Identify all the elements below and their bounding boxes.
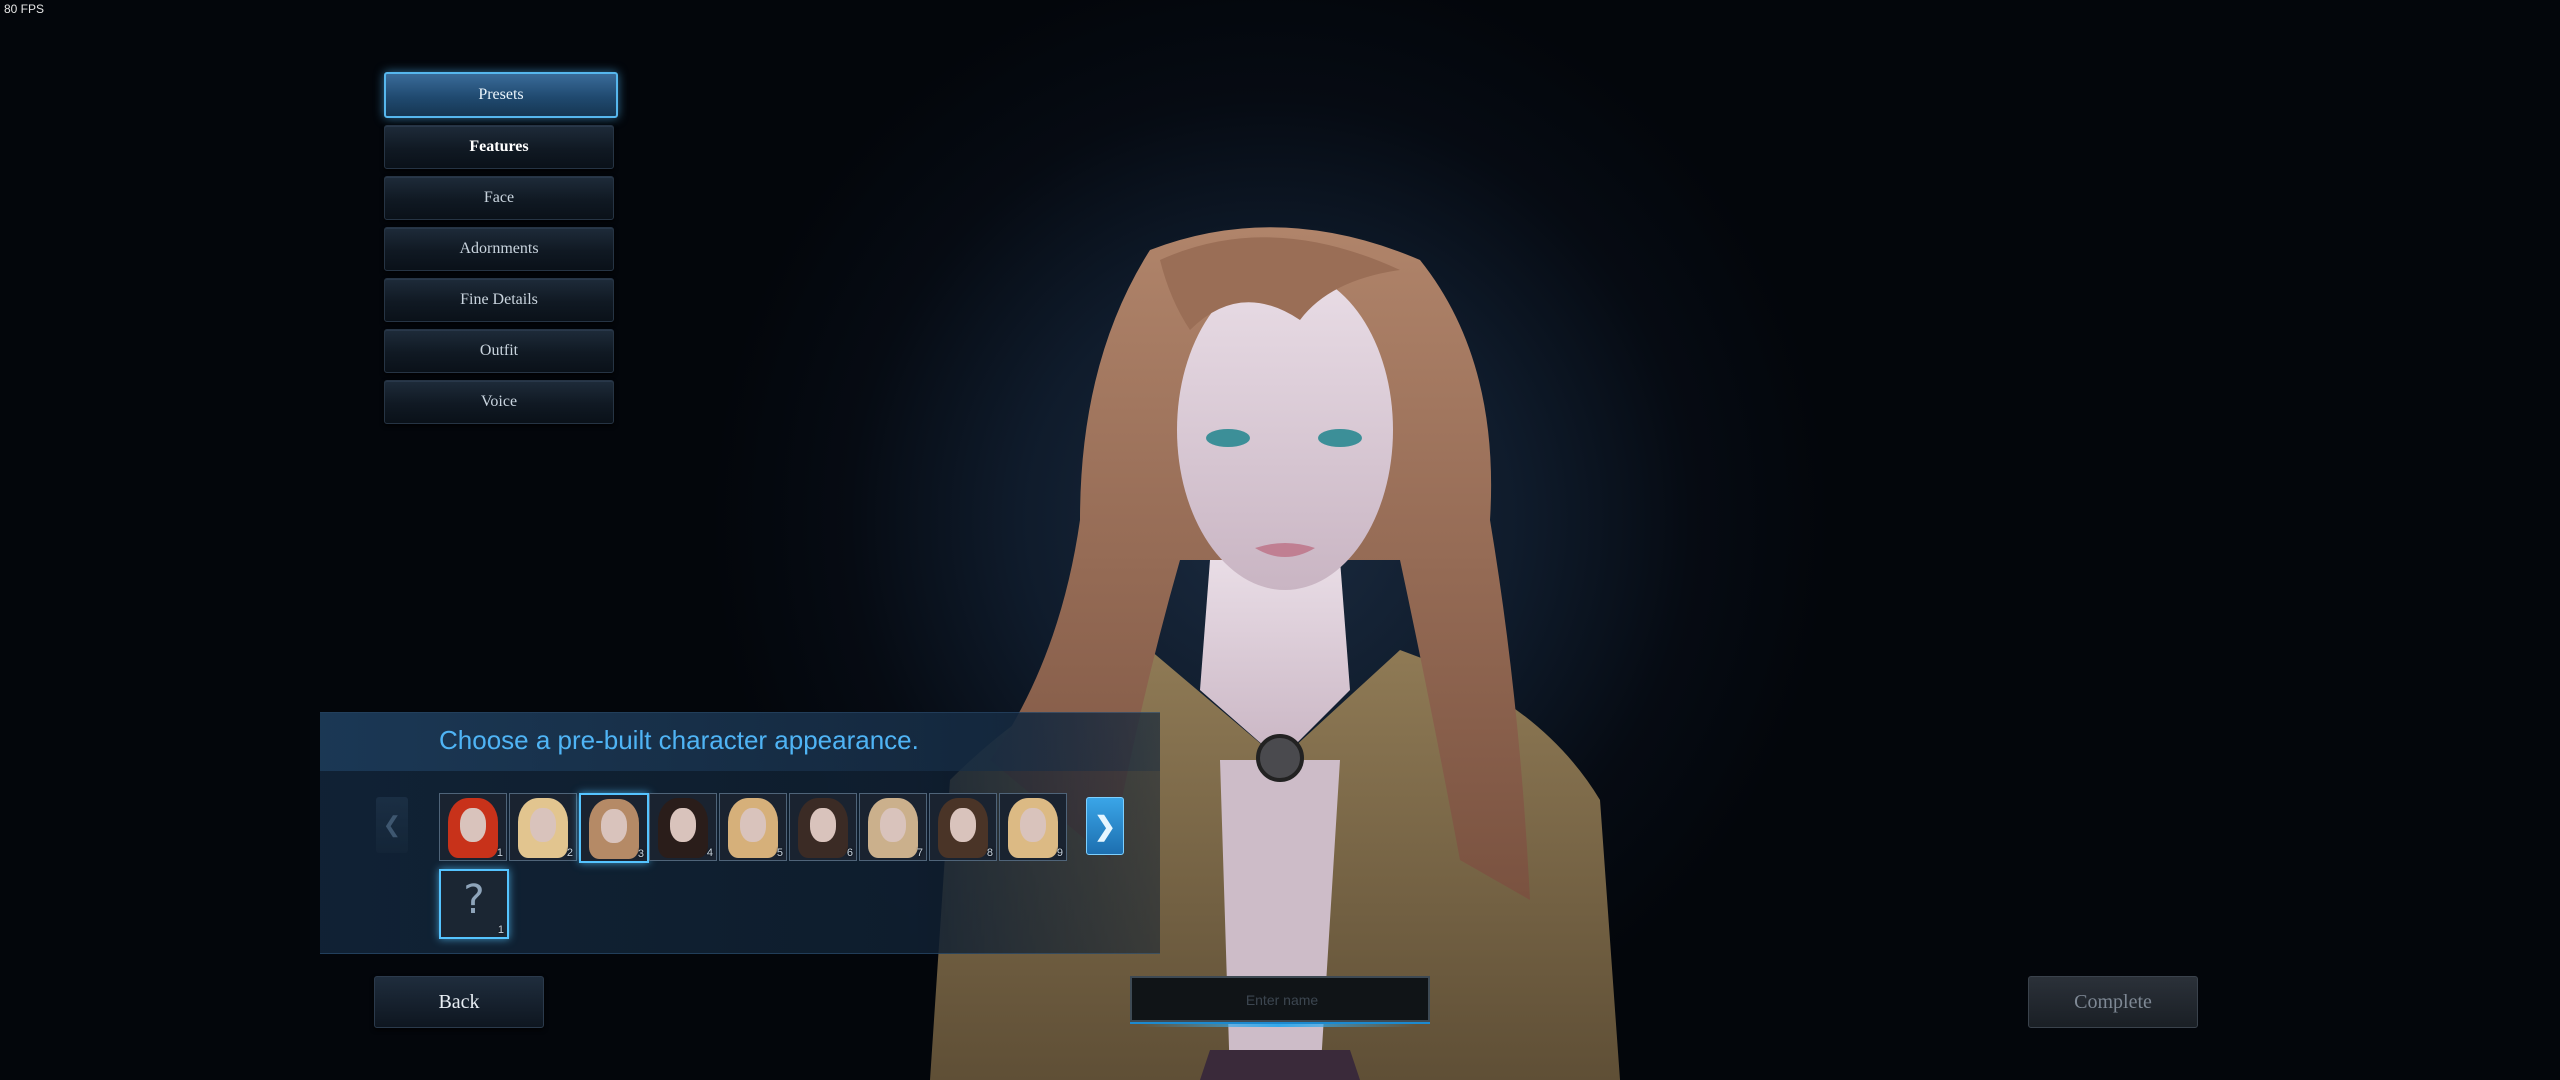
menu-fine-details-button[interactable]: Fine Details xyxy=(384,278,614,322)
preset-thumbnail[interactable]: 5 xyxy=(719,793,787,861)
name-field[interactable] xyxy=(1130,976,1432,1022)
preset-thumbnail[interactable]: 8 xyxy=(929,793,997,861)
preset-number: 4 xyxy=(706,847,713,859)
face-swatch xyxy=(601,809,627,843)
face-swatch xyxy=(880,808,906,842)
preset-number: 9 xyxy=(1056,847,1063,859)
menu-presets-button[interactable]: Presets xyxy=(384,72,618,118)
preset-thumbnail[interactable]: 2 xyxy=(509,793,577,861)
name-field-underline xyxy=(1140,1024,1416,1027)
preset-number: 1 xyxy=(496,847,503,859)
face-swatch xyxy=(810,808,836,842)
random-preset-thumbnail[interactable]: ? 1 xyxy=(439,869,509,939)
menu-outfit-button[interactable]: Outfit xyxy=(384,329,614,373)
face-swatch xyxy=(950,808,976,842)
face-swatch xyxy=(740,808,766,842)
preset-thumbnail[interactable]: 7 xyxy=(859,793,927,861)
preset-thumbnail[interactable]: 6 xyxy=(789,793,857,861)
preset-thumbnail[interactable]: 4 xyxy=(649,793,717,861)
preset-number: 3 xyxy=(637,848,644,860)
menu-voice-button[interactable]: Voice xyxy=(384,380,614,424)
preset-number: 6 xyxy=(846,847,853,859)
preset-thumbnail-selected[interactable]: 3 xyxy=(579,793,649,863)
face-swatch xyxy=(460,808,486,842)
presets-panel-title: Choose a pre-built character appearance. xyxy=(439,725,919,755)
preset-number: 2 xyxy=(566,847,573,859)
customization-menu: Presets Features Face Adornments Fine De… xyxy=(384,72,618,431)
preset-thumbnail[interactable]: 1 xyxy=(439,793,507,861)
chevron-left-icon[interactable]: ❮ xyxy=(376,797,408,853)
chevron-right-icon[interactable]: ❯ xyxy=(1086,797,1124,855)
complete-button[interactable]: Complete xyxy=(2028,976,2198,1028)
face-swatch xyxy=(1020,808,1046,842)
preset-number: 8 xyxy=(986,847,993,859)
preset-thumbnail[interactable]: 9 xyxy=(999,793,1067,861)
name-input[interactable] xyxy=(1132,978,1432,1022)
face-swatch xyxy=(670,808,696,842)
face-swatch xyxy=(530,808,556,842)
preset-number: 1 xyxy=(497,924,504,936)
presets-panel: Choose a pre-built character appearance.… xyxy=(320,712,1160,954)
question-mark-icon: ? xyxy=(463,877,485,923)
menu-face-button[interactable]: Face xyxy=(384,176,614,220)
preset-number: 7 xyxy=(916,847,923,859)
preset-number: 5 xyxy=(776,847,783,859)
menu-features-button[interactable]: Features xyxy=(384,125,614,169)
menu-adornments-button[interactable]: Adornments xyxy=(384,227,614,271)
back-button[interactable]: Back xyxy=(374,976,544,1028)
